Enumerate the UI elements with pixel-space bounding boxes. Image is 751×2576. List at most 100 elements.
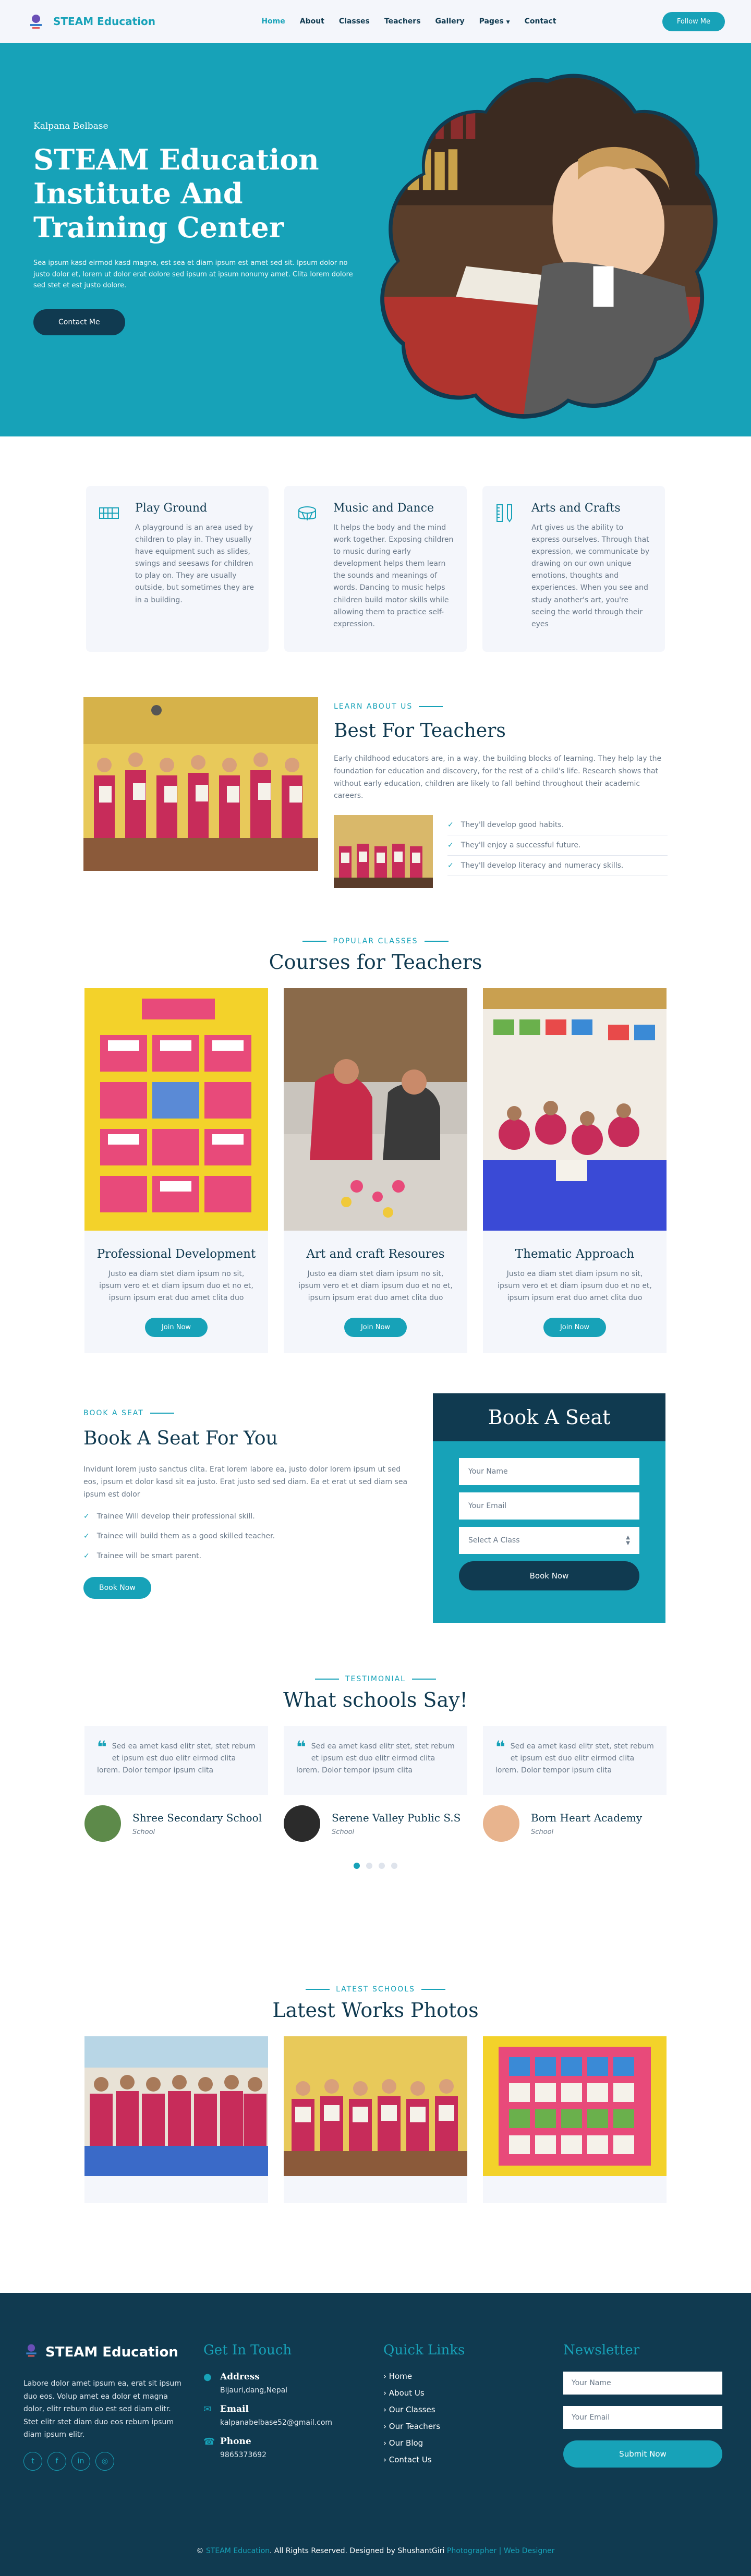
course-text: Justo ea diam stet diam ipsum no sit, ip… <box>99 1270 253 1303</box>
testimonial-role: School <box>531 1828 554 1836</box>
footer-link-label: Home <box>389 2372 413 2381</box>
chevron-right-icon: › <box>383 2405 386 2414</box>
course-title: Thematic Approach <box>515 1247 635 1261</box>
join-now-button[interactable]: Join Now <box>543 1318 607 1338</box>
menu-classes[interactable]: Classes <box>339 17 370 26</box>
footer-link[interactable]: › Home <box>383 2372 542 2381</box>
about-title: Best For Teachers <box>334 720 506 742</box>
footer-link-label: Our Teachers <box>389 2422 441 2431</box>
instagram-icon[interactable]: ◎ <box>95 2451 114 2471</box>
testimonials-kicker-label: TESTIMONIAL <box>345 1675 406 1683</box>
follow-button[interactable]: Follow Me <box>662 11 725 31</box>
footer-link[interactable]: › About Us <box>383 2388 542 2398</box>
footer-brand[interactable]: STEAM Education <box>23 2342 183 2362</box>
class-select[interactable]: Select A Class ▲ ▼ <box>459 1527 639 1554</box>
photographer-link[interactable]: Photographer <box>447 2547 496 2555</box>
join-now-button[interactable]: Join Now <box>344 1318 407 1338</box>
list-item: ✓ They'll enjoy a successful future. <box>447 835 668 856</box>
facility-card: Arts and Crafts Art gives us the ability… <box>482 486 665 652</box>
facilities-section: Play Ground A playground is an area used… <box>0 436 751 697</box>
courses-kicker: POPULAR CLASSES <box>0 937 751 945</box>
facebook-icon[interactable]: f <box>47 2451 66 2471</box>
menu-gallery[interactable]: Gallery <box>435 17 465 26</box>
name-field[interactable]: Your Name <box>459 1458 639 1485</box>
social-links: t f in ◎ <box>23 2451 183 2471</box>
hero-photo <box>380 74 718 419</box>
divider <box>150 1413 174 1414</box>
menu-home[interactable]: Home <box>261 17 285 26</box>
menu-about[interactable]: About <box>300 17 324 26</box>
copyright-brand-link[interactable]: STEAM Education <box>206 2547 270 2555</box>
courses-section: POPULAR CLASSES Courses for Teachers Pro… <box>0 937 751 1393</box>
copyright-symbol: © <box>196 2547 204 2555</box>
check-text: Trainee will be smart parent. <box>96 1552 202 1561</box>
testimonials-title: What schools Say! <box>283 1688 468 1711</box>
copyright-text: . All Rights Reserved. Designed by Shush… <box>270 2547 445 2555</box>
check-text: Trainee Will develop their professional … <box>96 1512 255 1521</box>
check-text: Trainee will build them as a good skille… <box>96 1532 275 1541</box>
course-card: Professional Development Justo ea diam s… <box>84 988 268 1353</box>
check-icon: ✓ <box>447 861 454 870</box>
booking-section: BOOK A SEAT Book A Seat For You Invidunt… <box>0 1393 751 1675</box>
contact-me-button[interactable]: Contact Me <box>33 309 125 335</box>
footer-about: STEAM Education Labore dolor amet ipsum … <box>23 2342 183 2472</box>
join-now-button[interactable]: Join Now <box>144 1318 208 1338</box>
about-photo <box>83 697 318 871</box>
about-content: LEARN ABOUT US Best For Teachers Early c… <box>334 702 668 889</box>
newsletter-submit-button[interactable]: Submit Now <box>563 2440 722 2468</box>
testimonials-section: TESTIMONIAL What schools Say! ❝ Sed ea am… <box>0 1675 751 1985</box>
footer-link[interactable]: › Contact Us <box>383 2455 542 2464</box>
work-card[interactable] <box>84 2036 268 2203</box>
newsletter-name-input[interactable]: Your Name <box>563 2372 722 2395</box>
web-designer-link[interactable]: Web Designer <box>504 2547 555 2555</box>
hero-kicker: Kalpana Belbase <box>33 121 108 131</box>
footer-contact: Get In Touch ● Address Bijauri,dang,Nepal… <box>203 2342 362 2472</box>
footer-links: Quick Links › Home › About Us › Our Clas… <box>383 2342 542 2472</box>
brand[interactable]: STEAM Education <box>26 11 155 31</box>
booking-description: Invidunt lorem justo sanctus clita. Erat… <box>83 1465 408 1499</box>
booking-form: Book A Seat Your Name Your Email Select … <box>433 1393 665 1623</box>
menu-pages-label: Pages <box>479 17 504 26</box>
footer-link[interactable]: › Our Teachers <box>383 2422 542 2431</box>
testimonial-quote: Sed ea amet kasd elitr stet, stet rebum … <box>97 1742 256 1775</box>
footer-link[interactable]: › Our Classes <box>383 2405 542 2414</box>
works-section: LATEST SCHOOLS Latest Works Photos <box>0 1985 751 2293</box>
brand-name: STEAM Education <box>53 15 156 28</box>
booking-content: BOOK A SEAT Book A Seat For You Invidunt… <box>83 1409 417 1599</box>
about-section: LEARN ABOUT US Best For Teachers Early c… <box>0 697 751 937</box>
footer-contact-title: Get In Touch <box>203 2342 292 2358</box>
phone-value[interactable]: 9865373692 <box>220 2451 267 2459</box>
list-item: ✓ Trainee Will develop their professional… <box>83 1512 417 1521</box>
carousel-dot[interactable] <box>379 1863 385 1869</box>
hero-section: Kalpana Belbase STEAM Education Institut… <box>0 43 751 436</box>
booking-submit-button[interactable]: Book Now <box>459 1561 639 1590</box>
newsletter-email-input[interactable]: Your Email <box>563 2406 722 2429</box>
work-card[interactable] <box>483 2036 667 2203</box>
carousel-dot[interactable] <box>354 1863 360 1869</box>
menu-teachers[interactable]: Teachers <box>384 17 421 26</box>
works-kicker: LATEST SCHOOLS <box>0 1985 751 1994</box>
footer-link[interactable]: › Our Blog <box>383 2438 542 2448</box>
work-card[interactable] <box>284 2036 467 2203</box>
chevron-right-icon: › <box>383 2438 386 2448</box>
map-pin-icon: ● <box>203 2372 212 2383</box>
book-now-button[interactable]: Book Now <box>83 1577 151 1599</box>
menu-contact[interactable]: Contact <box>525 17 556 26</box>
divider <box>421 1989 445 1990</box>
carousel-dot[interactable] <box>391 1863 397 1869</box>
testimonial-name: Serene Valley Public S.S <box>332 1811 461 1824</box>
quote-icon: ❝ <box>296 1737 306 1757</box>
booking-form-title: Book A Seat <box>433 1393 665 1441</box>
email-value[interactable]: kalpanabelbase52@gmail.com <box>220 2419 332 2427</box>
booking-title: Book A Seat For You <box>83 1428 278 1449</box>
list-item: ✓ They'll develop good habits. <box>447 815 668 836</box>
linkedin-icon[interactable]: in <box>71 2451 90 2471</box>
menu-pages[interactable]: Pages ▼ <box>479 17 510 26</box>
carousel-dot[interactable] <box>366 1863 372 1869</box>
email-field[interactable]: Your Email <box>459 1492 639 1520</box>
facility-text: Art gives us the ability to express ours… <box>531 524 650 628</box>
testimonial-quote: Sed ea amet kasd elitr stet, stet rebum … <box>296 1742 455 1775</box>
twitter-icon[interactable]: t <box>23 2451 42 2471</box>
hero-title: STEAM Education Institute And Training C… <box>33 143 319 244</box>
carousel-dots <box>0 1863 751 1869</box>
